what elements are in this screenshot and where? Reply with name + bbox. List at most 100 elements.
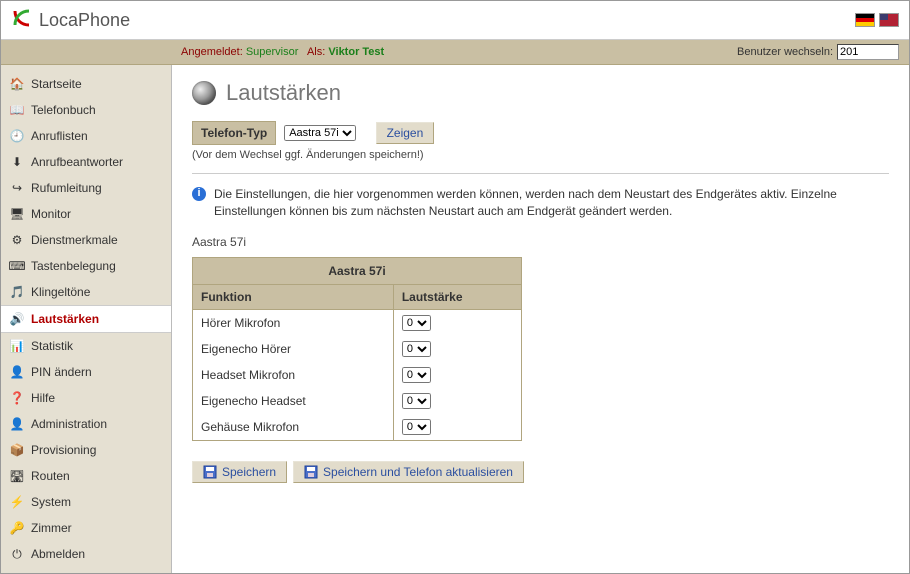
sidebar: 🏠Startseite📖Telefonbuch 🕘 Anruflisten ⬇ Anru…: [1, 65, 172, 573]
volume-select[interactable]: 0: [402, 393, 431, 409]
volume-cell: 0: [393, 336, 521, 362]
sidebar-item-label: Lautstärken: [31, 312, 99, 326]
sidebar-item-anrufbeantworter[interactable]: ⬇ Anrufbeantworter: [1, 149, 171, 175]
sidebar-icon: 🕘: [9, 128, 25, 144]
sidebar-item-anruflisten[interactable]: 🕘 Anruflisten: [1, 123, 171, 149]
sidebar-icon: 🖥: [9, 206, 25, 222]
function-cell: Eigenecho Hörer: [193, 336, 394, 362]
sidebar-item-provisioning[interactable]: 📦Provisioning: [1, 437, 171, 463]
topbar: LocaPhone: [1, 1, 909, 40]
volume-select[interactable]: 0: [402, 315, 431, 331]
sidebar-item-label: Hilfe: [31, 391, 55, 405]
table-row: Eigenecho Headset 0: [193, 388, 522, 414]
sidebar-item-lautst-rken[interactable]: 🔊 Lautstärken: [1, 305, 171, 333]
brand: LocaPhone: [11, 7, 130, 34]
sidebar-item-label: Provisioning: [31, 443, 96, 457]
logged-in-user: Supervisor: [246, 46, 299, 58]
volume-cell: 0: [393, 309, 521, 336]
volume-select[interactable]: 0: [402, 419, 431, 435]
sidebar-item-label: Tastenbelegung: [31, 259, 116, 273]
show-button[interactable]: Zeigen: [376, 122, 435, 144]
sidebar-item-label: Anrufbeantworter: [31, 155, 123, 169]
brand-name: LocaPhone: [39, 10, 130, 31]
table-row: Gehäuse Mikrofon 0: [193, 414, 522, 441]
sidebar-item-monitor[interactable]: 🖥 Monitor: [1, 201, 171, 227]
device-section-label: Aastra 57i: [192, 235, 889, 249]
sidebar-icon: ⚙: [9, 232, 25, 248]
sidebar-item-label: Routen: [31, 469, 70, 483]
save-icon: [304, 465, 318, 479]
sidebar-icon: 📖: [9, 102, 25, 118]
volume-select[interactable]: 0: [402, 341, 431, 357]
sidebar-icon: 🔑: [9, 520, 25, 536]
info-box: i Die Einstellungen, die hier vorgenomme…: [192, 186, 889, 220]
save-icon: [203, 465, 217, 479]
sidebar-item-label: Klingeltöne: [31, 285, 90, 299]
as-label: Als:: [307, 46, 325, 58]
sidebar-item-label: Administration: [31, 417, 107, 431]
sidebar-item-rufumleitung[interactable]: ↪ Rufumleitung: [1, 175, 171, 201]
page-title: Lautstärken: [226, 80, 341, 106]
sidebar-icon: ↪: [9, 180, 25, 196]
save-update-button[interactable]: Speichern und Telefon aktualisieren: [293, 461, 524, 483]
function-cell: Gehäuse Mikrofon: [193, 414, 394, 441]
function-cell: Headset Mikrofon: [193, 362, 394, 388]
sidebar-icon: 🔊: [9, 311, 25, 327]
sidebar-item-label: Abmelden: [31, 547, 85, 561]
sidebar-item-label: Zimmer: [31, 521, 72, 535]
sidebar-item-system[interactable]: ⚡ System: [1, 489, 171, 515]
sidebar-item-hilfe[interactable]: ❓Hilfe: [1, 385, 171, 411]
save-button[interactable]: Speichern: [192, 461, 287, 483]
switch-user-input[interactable]: [837, 44, 899, 60]
as-user: Viktor Test: [328, 46, 384, 58]
sidebar-item-zimmer[interactable]: 🔑 Zimmer: [1, 515, 171, 541]
phone-type-select[interactable]: Aastra 57i: [284, 125, 356, 141]
volume-cell: 0: [393, 362, 521, 388]
volume-select[interactable]: 0: [402, 367, 431, 383]
sub-header: Angemeldet: Supervisor Als: Viktor Test …: [1, 40, 909, 65]
sidebar-icon: 🏠: [9, 76, 25, 92]
sidebar-icon: 🎵: [9, 284, 25, 300]
volume-table: Aastra 57i Funktion Lautstärke Hörer Mik…: [192, 257, 522, 441]
divider: [192, 173, 889, 174]
sidebar-item-label: System: [31, 495, 71, 509]
sidebar-icon: ⚡: [9, 494, 25, 510]
flag-de-icon[interactable]: [855, 13, 875, 27]
sidebar-item-pin-ndern[interactable]: 👤PIN ändern: [1, 359, 171, 385]
sidebar-item-label: Statistik: [31, 339, 73, 353]
sidebar-item-label: Anruflisten: [31, 129, 88, 143]
sidebar-icon: ⬇: [9, 154, 25, 170]
logo-icon: [11, 7, 33, 34]
sidebar-item-abmelden[interactable]: ⏻ Abmelden: [1, 541, 171, 567]
sidebar-item-startseite[interactable]: 🏠Startseite: [1, 71, 171, 97]
sidebar-item-statistik[interactable]: 📊Statistik: [1, 333, 171, 359]
table-row: Eigenecho Hörer 0: [193, 336, 522, 362]
sidebar-item-klingelt-ne[interactable]: 🎵 Klingeltöne: [1, 279, 171, 305]
function-cell: Eigenecho Headset: [193, 388, 394, 414]
phone-type-label: Telefon-Typ: [192, 121, 276, 145]
language-flags: [855, 13, 899, 27]
sidebar-icon: 🛣: [9, 468, 25, 484]
content: Lautstärken Telefon-Typ Aastra 57i Zeige…: [172, 65, 909, 573]
phone-type-row: Telefon-Typ Aastra 57i Zeigen: [192, 121, 889, 145]
table-caption: Aastra 57i: [192, 257, 522, 284]
user-switch: Benutzer wechseln:: [737, 44, 899, 60]
sidebar-item-telefonbuch[interactable]: 📖Telefonbuch: [1, 97, 171, 123]
sidebar-item-dienstmerkmale[interactable]: ⚙ Dienstmerkmale: [1, 227, 171, 253]
info-text: Die Einstellungen, die hier vorgenommen …: [214, 186, 889, 220]
flag-us-icon[interactable]: [879, 13, 899, 27]
sidebar-item-tastenbelegung[interactable]: ⌨Tastenbelegung: [1, 253, 171, 279]
sidebar-item-label: Dienstmerkmale: [31, 233, 118, 247]
sidebar-icon: 👤: [9, 416, 25, 432]
logged-in-label: Angemeldet:: [181, 46, 243, 58]
sidebar-icon: ⏻: [9, 546, 25, 562]
function-cell: Hörer Mikrofon: [193, 309, 394, 336]
sidebar-icon: 👤: [9, 364, 25, 380]
sidebar-item-label: Monitor: [31, 207, 71, 221]
sidebar-item-label: Rufumleitung: [31, 181, 102, 195]
action-buttons: Speichern Speichern und Telefon aktualis…: [192, 461, 889, 483]
login-status: Angemeldet: Supervisor Als: Viktor Test: [181, 46, 384, 58]
sidebar-item-administration[interactable]: 👤 Administration: [1, 411, 171, 437]
volume-cell: 0: [393, 388, 521, 414]
sidebar-item-routen[interactable]: 🛣 Routen: [1, 463, 171, 489]
